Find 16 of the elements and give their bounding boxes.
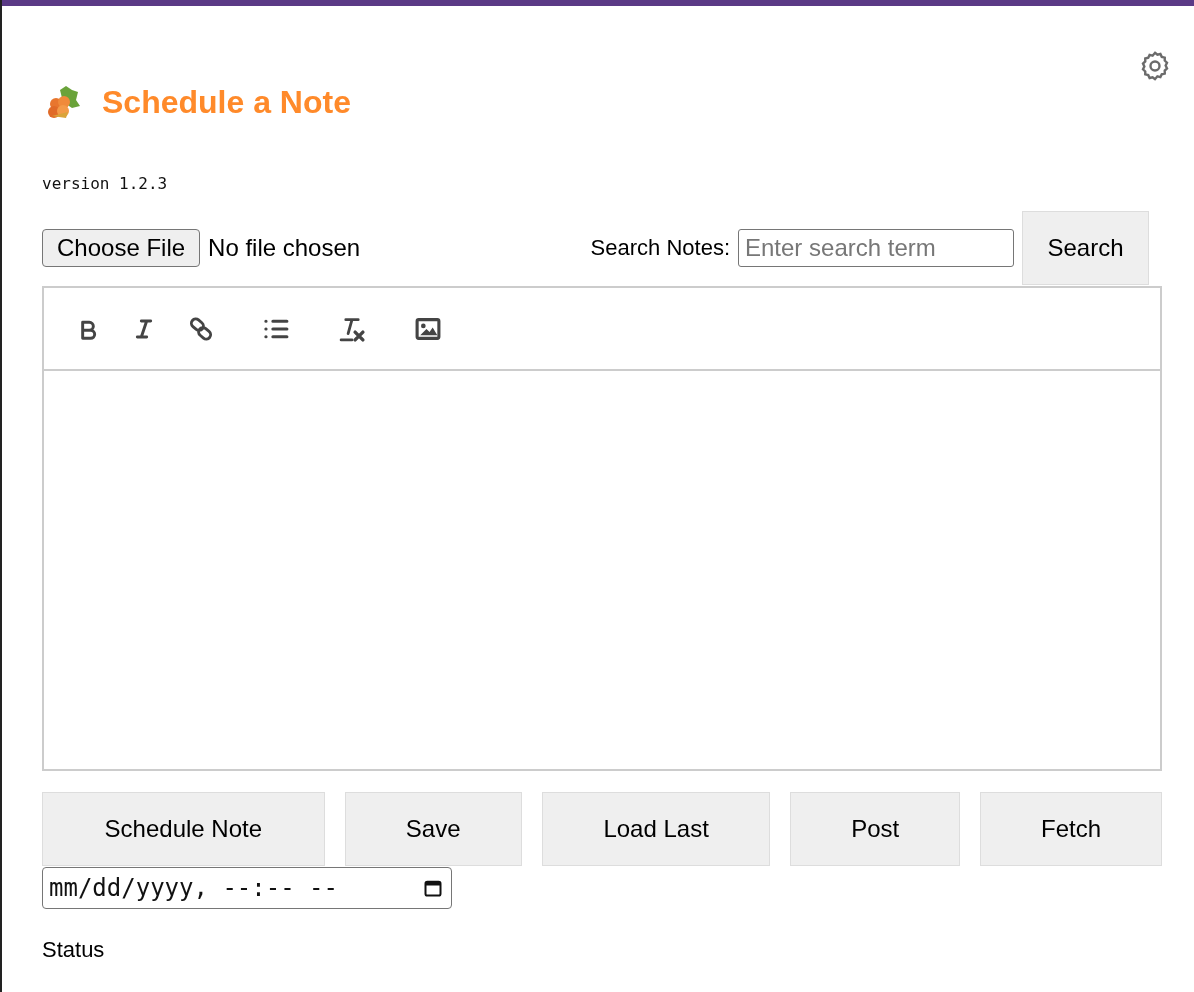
version-text: version 1.2.3	[42, 174, 169, 193]
action-button[interactable]: Post	[790, 792, 961, 866]
file-status-text: No file chosen	[208, 234, 361, 262]
calendar-icon[interactable]	[423, 878, 443, 898]
action-button[interactable]: Load Last	[541, 792, 771, 866]
link-icon[interactable]	[188, 315, 214, 342]
search-field[interactable]: Enter search term	[738, 229, 1014, 267]
status-text: Status	[42, 937, 106, 963]
choose-file-button[interactable]: Choose File	[42, 229, 201, 267]
search-button[interactable]: Search	[1022, 211, 1149, 285]
app-title: Schedule a Note	[102, 83, 351, 121]
action-button[interactable]: Schedule Note	[42, 792, 325, 866]
action-button[interactable]: Save	[344, 792, 522, 866]
action-button[interactable]: Fetch	[980, 792, 1162, 866]
datetime-field[interactable]: mm/dd/yyyy, --:-- --	[42, 867, 452, 909]
search-label: Search Notes:	[590, 235, 730, 261]
